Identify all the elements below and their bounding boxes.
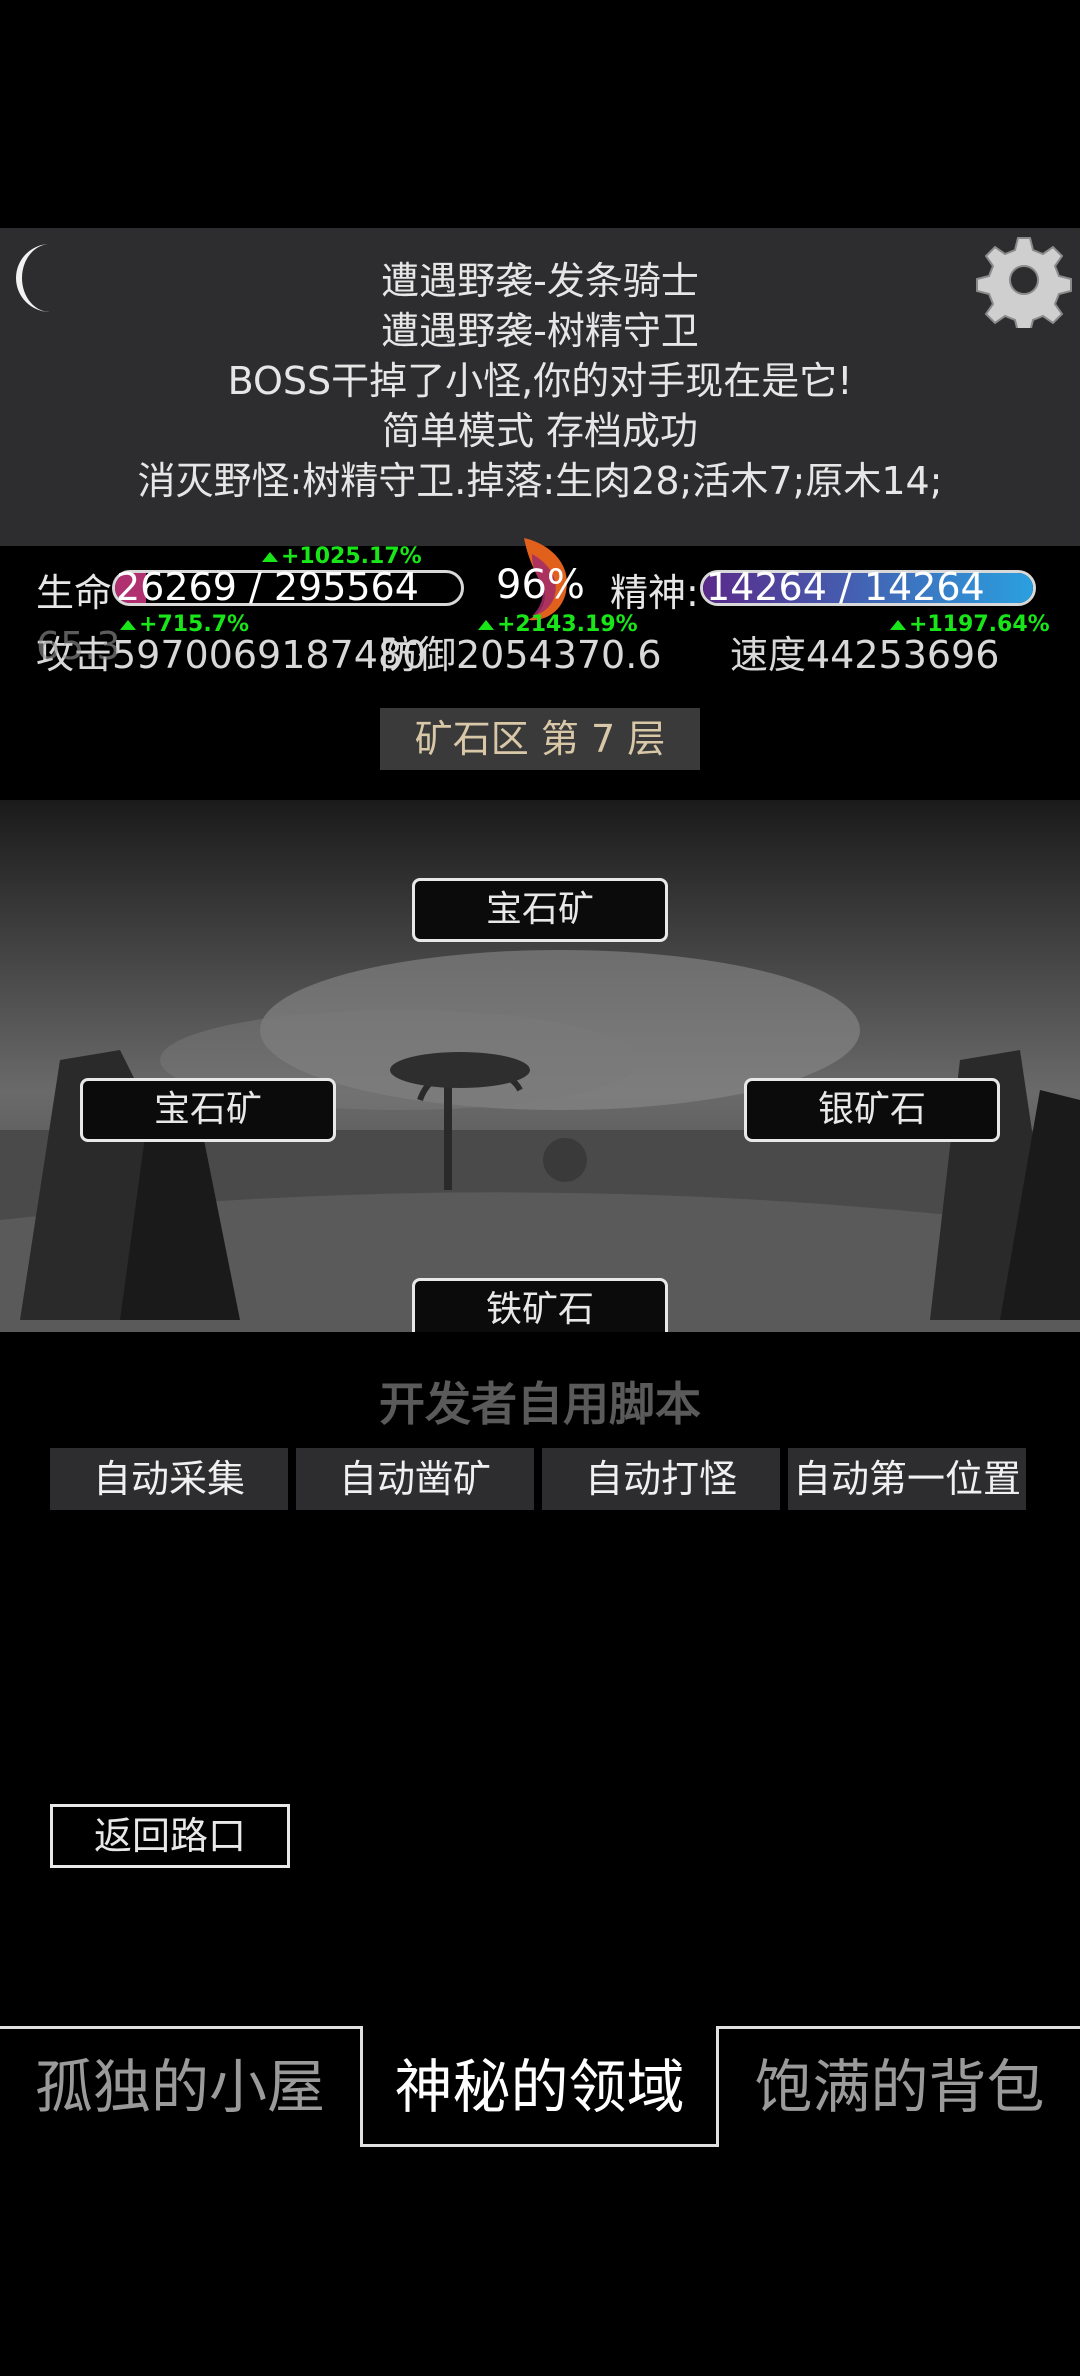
- auto-mine-button[interactable]: 自动凿矿: [296, 1448, 534, 1510]
- hp-bonus-text: +1025.17%: [281, 544, 422, 569]
- tab-full-backpack[interactable]: 饱满的背包: [719, 2028, 1080, 2146]
- defense-bonus-text: +2143.19%: [497, 612, 638, 637]
- ore-node-silver-right[interactable]: 银矿石: [744, 1078, 1000, 1142]
- tab-lonely-cabin[interactable]: 孤独的小屋: [0, 2028, 360, 2146]
- arrow-up-icon: [120, 620, 136, 630]
- moon-icon[interactable]: [10, 240, 66, 316]
- arrow-up-icon: [478, 620, 494, 630]
- auto-collect-button[interactable]: 自动采集: [50, 1448, 288, 1510]
- ore-node-gem-left[interactable]: 宝石矿: [80, 1078, 336, 1142]
- log-line: 遭遇野袭-发条骑士: [381, 259, 699, 303]
- return-crossroads-button[interactable]: 返回路口: [50, 1804, 290, 1868]
- log-line: 消灭野怪:树精守卫.掉落:生肉28;活木7;原木14;: [137, 459, 943, 503]
- log-line: BOSS干掉了小怪,你的对手现在是它!: [227, 359, 853, 403]
- attack-bonus-text: +715.7%: [139, 612, 250, 637]
- attack-overlap-text: 65.3: [36, 624, 121, 668]
- auto-fight-button[interactable]: 自动打怪: [542, 1448, 780, 1510]
- spirit-value: 14264 / 14264: [706, 565, 985, 609]
- speed-bonus: +1197.64%: [890, 612, 1050, 637]
- log-line: 简单模式 存档成功: [381, 409, 699, 453]
- arrow-up-icon: [890, 620, 906, 630]
- defense-bonus: +2143.19%: [478, 612, 638, 637]
- gear-icon[interactable]: [976, 232, 1072, 333]
- arrow-up-icon: [262, 552, 278, 562]
- center-percent: 96%: [496, 562, 585, 608]
- hp-label: 生命: [36, 571, 113, 615]
- ore-node-iron-bottom[interactable]: 铁矿石: [412, 1278, 668, 1332]
- tab-mysterious-domain[interactable]: 神秘的领域: [363, 2028, 716, 2146]
- hp-bonus: +1025.17%: [262, 544, 422, 569]
- dev-script-title: 开发者自用脚本: [379, 1377, 701, 1431]
- auto-first-position-button[interactable]: 自动第一位置: [788, 1448, 1026, 1510]
- hp-value: 26269 / 295564: [116, 565, 419, 609]
- location-label: 矿石区 第 7 层: [380, 708, 700, 770]
- log-line: 遭遇野袭-树精守卫: [381, 309, 699, 353]
- log-panel: 遭遇野袭-发条骑士 遭遇野袭-树精守卫 BOSS干掉了小怪,你的对手现在是它! …: [0, 228, 1080, 546]
- log-lines: 遭遇野袭-发条骑士 遭遇野袭-树精守卫 BOSS干掉了小怪,你的对手现在是它! …: [0, 256, 1080, 506]
- spirit-label: 精神:: [610, 571, 699, 615]
- speed-bonus-text: +1197.64%: [909, 612, 1050, 637]
- scene-map: 宝石矿 宝石矿 银矿石 铁矿石: [0, 800, 1080, 1332]
- ore-node-gem-top[interactable]: 宝石矿: [412, 878, 668, 942]
- attack-bonus: +715.7%: [120, 612, 249, 637]
